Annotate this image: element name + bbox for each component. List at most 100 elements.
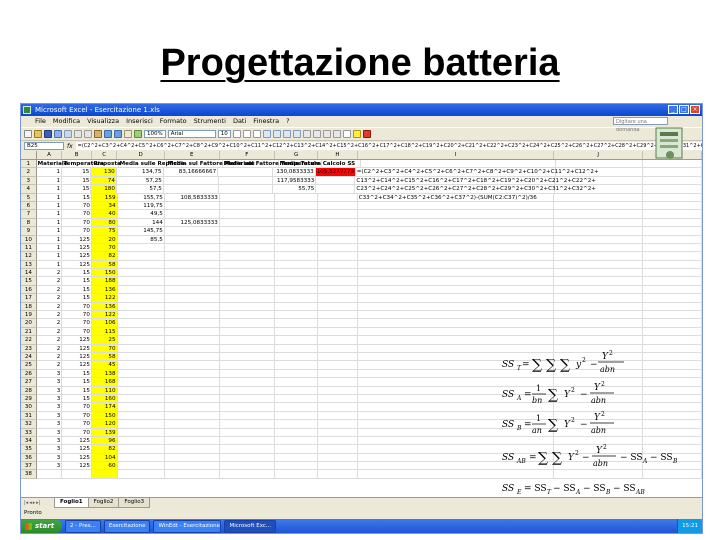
row-header[interactable]: 33 [21,428,37,437]
cell[interactable] [117,294,165,303]
cell[interactable]: 136 [91,302,118,312]
cell[interactable]: 15 [62,168,92,177]
cell[interactable]: 125 [62,344,92,353]
cell[interactable] [117,369,165,379]
row-header[interactable]: 21 [21,327,37,337]
cell[interactable] [219,386,275,395]
cell[interactable]: Media sulle Repliche [118,160,185,169]
cell[interactable] [555,185,644,194]
taskbar-item-3[interactable]: WinEdt - Esercitazione [153,519,222,533]
cell[interactable]: 70 [62,327,92,337]
cell[interactable] [642,210,702,219]
cell[interactable] [91,470,118,479]
cell[interactable] [117,420,165,429]
borders-icon[interactable] [342,130,351,138]
cell[interactable] [274,470,319,479]
cell[interactable] [274,235,319,244]
cell[interactable] [554,218,643,228]
menu-modifica[interactable]: Modifica [53,116,80,127]
cell[interactable] [164,269,220,278]
cell[interactable] [274,436,319,446]
cell[interactable] [274,352,319,362]
cell[interactable]: 3 [36,428,63,437]
cell[interactable]: 60 [91,462,118,471]
cell[interactable] [642,285,702,295]
cell[interactable] [219,294,275,303]
cell[interactable] [219,243,275,253]
cell[interactable] [318,319,358,328]
cell[interactable] [642,260,702,270]
cell[interactable] [318,311,358,320]
cell[interactable] [164,420,220,429]
column-header-f[interactable]: F [220,151,275,159]
cell[interactable]: 3 [36,369,63,379]
cell[interactable] [642,336,702,345]
undo-icon[interactable] [104,130,112,138]
cell[interactable]: 3 [36,403,63,412]
cell[interactable] [219,235,275,244]
cell[interactable] [318,285,358,295]
cell[interactable]: 2 [36,361,63,370]
cell[interactable]: 15 [62,176,92,186]
cell[interactable] [117,285,165,295]
cell[interactable] [117,436,165,446]
cell[interactable] [318,436,358,446]
cell[interactable] [318,361,358,370]
cell[interactable]: 155,75 [117,193,165,202]
cell[interactable] [117,243,165,253]
cell[interactable]: 3 [36,462,63,471]
cell[interactable] [274,420,319,429]
row-header[interactable]: 14 [21,269,37,278]
cell[interactable]: 15 [62,185,92,194]
taskbar-item-1[interactable]: 2 - Pres... [65,519,101,533]
cell[interactable]: 49,5 [117,210,165,219]
font-select[interactable]: Arial [167,130,216,138]
cell[interactable] [357,269,555,278]
cell[interactable] [164,243,220,253]
cell[interactable] [554,294,643,303]
cell[interactable] [318,428,358,437]
cell[interactable]: 58 [91,352,118,362]
cell[interactable] [274,201,319,211]
cell[interactable]: 82 [91,252,118,261]
cell[interactable]: 122 [91,311,118,320]
cut-icon[interactable] [74,130,82,138]
cell[interactable] [219,210,275,219]
cell[interactable] [164,462,220,471]
cell[interactable] [318,235,358,244]
cell[interactable] [117,277,165,286]
cell[interactable]: 130,0833333 [272,168,316,177]
cell[interactable] [164,235,220,244]
cell[interactable] [117,462,165,471]
cell[interactable]: 3 [36,453,63,463]
cell[interactable]: Media Totale [278,160,322,169]
cell[interactable] [164,311,220,320]
cell[interactable] [274,210,319,219]
cell[interactable]: 125 [62,336,92,345]
cell[interactable] [117,378,165,387]
cell[interactable] [274,403,319,412]
cell[interactable]: 70 [62,428,92,437]
cell[interactable]: 57,5 [116,185,164,194]
cell[interactable]: 70 [62,218,92,228]
cell[interactable]: 174 [91,403,118,412]
cell[interactable] [642,252,702,261]
cell[interactable] [642,327,702,337]
cell[interactable] [164,201,220,211]
cell[interactable] [219,311,275,320]
cell[interactable] [642,277,702,286]
align-left-icon[interactable] [262,130,271,138]
cell[interactable] [357,218,555,228]
cell[interactable]: C33^2+C34^2+C35^2+C36^2+C37^2)-(SUM(C2:C… [357,193,555,202]
cell[interactable]: 120 [91,420,118,429]
cell[interactable] [219,411,275,421]
cell[interactable]: 2 [36,302,63,312]
cell[interactable]: 70 [62,302,92,312]
cell[interactable] [318,470,358,479]
column-header-c[interactable]: C [92,151,118,159]
next-sheet-icon[interactable]: ▸ [33,500,36,506]
cell[interactable]: 2 [36,277,63,286]
cell[interactable] [318,369,358,379]
cell[interactable] [642,243,702,253]
column-header-b[interactable]: B [62,151,92,159]
